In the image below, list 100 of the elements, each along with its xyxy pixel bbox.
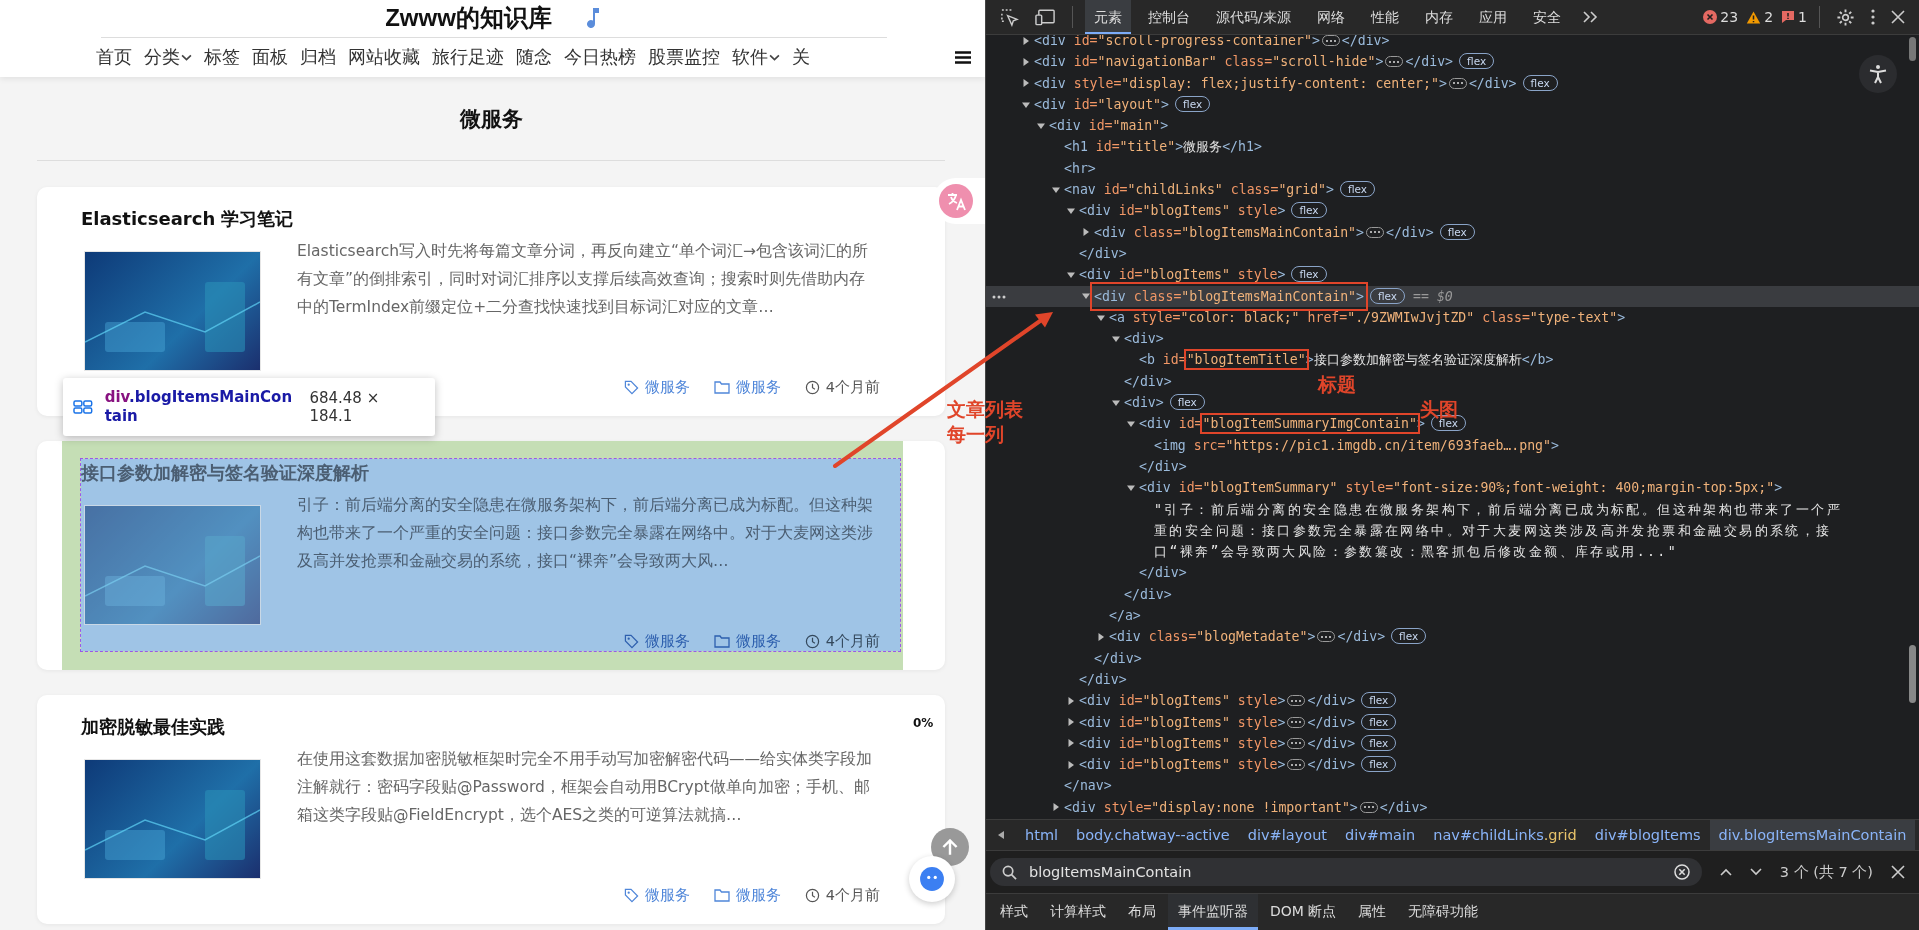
category-link[interactable]: 微服务 bbox=[713, 377, 781, 397]
scrollbar[interactable] bbox=[1909, 37, 1916, 61]
dom-tree-row[interactable]: <div id="scroll-progress-container"> </div> bbox=[1022, 35, 1390, 52]
dom-tree-row[interactable]: <div id="blogItems" style> flex bbox=[1067, 264, 1327, 286]
expand-triangle-icon[interactable] bbox=[1022, 79, 1030, 88]
next-match-icon[interactable] bbox=[1749, 868, 1762, 876]
issue-count[interactable]: 1 bbox=[1781, 9, 1807, 25]
warning-count[interactable]: 2 bbox=[1746, 9, 1774, 25]
expand-triangle-icon[interactable] bbox=[1052, 185, 1060, 194]
clear-icon[interactable] bbox=[1673, 864, 1690, 880]
accessibility-button[interactable] bbox=[1859, 55, 1897, 93]
devtools-tab[interactable]: 安全 bbox=[1523, 0, 1570, 34]
caret-icon[interactable] bbox=[181, 53, 192, 61]
previous-match-icon[interactable] bbox=[1719, 868, 1732, 876]
post-title[interactable]: Elasticsearch 学习笔记 bbox=[81, 205, 900, 232]
error-icon[interactable] bbox=[1703, 10, 1718, 24]
panel-tab[interactable]: DOM 断点 bbox=[1260, 894, 1347, 930]
post-title[interactable]: 加密脱敏最佳实践 bbox=[81, 713, 900, 740]
expand-triangle-icon[interactable] bbox=[1112, 334, 1120, 343]
dom-tree-row[interactable]: </div> bbox=[1067, 242, 1127, 265]
dom-tree-row[interactable]: </div> bbox=[1082, 647, 1142, 669]
panel-tab[interactable]: 计算样式 bbox=[1040, 894, 1116, 930]
breadcrumb[interactable]: body.chatway--active bbox=[1067, 820, 1239, 850]
breadcrumb[interactable]: nav#childLinks.grid bbox=[1424, 820, 1586, 850]
dom-tree-row[interactable]: <div> bbox=[1112, 328, 1164, 350]
devtools-tab[interactable]: 网络 bbox=[1307, 0, 1354, 34]
dom-tree-row[interactable]: <div id="blogItems" style> </div> flex bbox=[1067, 754, 1397, 776]
dom-tree-row[interactable]: <div id="blogItems" style> </div> flex bbox=[1067, 732, 1397, 755]
panel-tab[interactable]: 属性 bbox=[1348, 894, 1397, 930]
breadcrumb[interactable]: div#layout bbox=[1238, 820, 1336, 850]
expand-triangle-icon[interactable] bbox=[1112, 398, 1120, 407]
dom-tree-row[interactable]: <div style="display: flex;justify-content: center;"> </div> flex bbox=[1022, 72, 1558, 94]
dom-tree-row[interactable]: <div id="blogItems" style> </div> flex bbox=[1067, 690, 1397, 712]
menu-icon[interactable] bbox=[955, 50, 971, 64]
expand-triangle-icon[interactable] bbox=[1022, 57, 1030, 66]
nav-link[interactable]: 网站收藏 bbox=[348, 45, 420, 70]
expand-triangle-icon[interactable] bbox=[1052, 803, 1060, 812]
scrollbar[interactable] bbox=[1909, 645, 1916, 703]
search-box[interactable]: blogItemsMainContain bbox=[990, 858, 1702, 886]
chat-face-icon[interactable] bbox=[919, 866, 945, 892]
nav-link[interactable]: 首页 bbox=[96, 45, 132, 70]
inspect-element-icon[interactable] bbox=[1000, 7, 1019, 27]
breadcrumb[interactable]: div#main bbox=[1336, 820, 1425, 850]
dom-tree-row[interactable]: <div class="blogItemsMainContain"> </div> flex bbox=[1082, 221, 1475, 243]
dom-tree-row[interactable]: "引子：前后端分离的安全隐患在微服务架构下，前后端分离已成为标配。但这种架构也带来了一个严重的安全问题：接口参数完全暴露在网络中。对于大麦网这类涉及高并发抢票和金融交易的系统，接口“裸奔”会导致两大风险：参数篡改：黑客抓包后修改金额、库存或用..." bbox=[1142, 498, 1919, 563]
expand-triangle-icon[interactable] bbox=[1127, 420, 1135, 428]
category-link[interactable]: 微服务 bbox=[713, 885, 781, 905]
nav-link[interactable]: 软件 bbox=[732, 45, 780, 70]
expand-triangle-icon[interactable] bbox=[1082, 292, 1090, 301]
settings-icon[interactable] bbox=[1836, 7, 1855, 27]
tag-link[interactable]: 微服务 bbox=[623, 377, 690, 397]
more-icon[interactable] bbox=[992, 294, 1006, 299]
nav-link[interactable]: 关 bbox=[792, 45, 810, 70]
expand-triangle-icon[interactable] bbox=[1082, 228, 1090, 237]
post-title[interactable]: 接口参数加解密与签名验证深度解析 bbox=[81, 459, 900, 486]
dom-tree-row[interactable]: </div> bbox=[1112, 583, 1172, 605]
expand-triangle-icon[interactable] bbox=[1022, 100, 1030, 109]
dom-tree-row[interactable]: <div id="blogItems" style> flex bbox=[1067, 200, 1327, 222]
dom-tree-row[interactable]: <div> flex bbox=[1112, 392, 1205, 414]
dom-tree-row[interactable]: <div id="navigationBar" class="scroll-hide"> </div> flex bbox=[1022, 51, 1495, 73]
close-icon[interactable] bbox=[1891, 10, 1905, 24]
issue-icon[interactable] bbox=[1781, 10, 1796, 24]
expand-triangle-icon[interactable] bbox=[1067, 207, 1075, 215]
dom-tree-row[interactable]: </a> bbox=[1097, 605, 1141, 627]
caret-icon[interactable] bbox=[769, 53, 780, 61]
nav-link[interactable]: 股票监控 bbox=[648, 45, 720, 70]
devtools-tab[interactable]: 控制台 bbox=[1139, 0, 1199, 34]
panel-tab[interactable]: 无障碍功能 bbox=[1398, 894, 1489, 930]
scroll-left-icon[interactable] bbox=[998, 831, 1004, 839]
warning-icon[interactable] bbox=[1746, 10, 1762, 24]
devtools-tab[interactable]: 元素 bbox=[1085, 0, 1131, 34]
dom-tree-row[interactable]: </div> bbox=[1067, 668, 1127, 691]
dom-tree-row[interactable]: <nav id="childLinks" class="grid"> flex bbox=[1052, 179, 1376, 201]
nav-link[interactable]: 归档 bbox=[300, 45, 336, 70]
post-card[interactable]: 接口参数加解密与签名验证深度解析 引子：前后端分离的安全隐患在微服务架构下，前后端分离已成为标配。但这种架构也带来了一个严重的安全问题：接口参数完全暴露在网络中。对于大麦网这类涉及高并发抢票和金融交易的系统，接口“裸奔”会导致两大风… 微服务 微服务 4个月前 bbox=[37, 441, 945, 670]
expand-triangle-icon[interactable] bbox=[1037, 121, 1045, 130]
breadcrumb[interactable]: html bbox=[1016, 820, 1068, 850]
site-title[interactable]: Zwww的知识库 bbox=[385, 2, 552, 35]
dom-tree-row[interactable]: <div id="blogItems" style> </div> flex bbox=[1067, 711, 1397, 733]
dom-tree-row[interactable]: </div> bbox=[1127, 562, 1187, 584]
dom-tree-row[interactable]: </div> bbox=[1127, 455, 1187, 478]
nav-link[interactable]: 分类 bbox=[144, 45, 192, 70]
search-field[interactable]: blogItemsMainContain bbox=[1027, 863, 1664, 881]
kebab-menu-icon[interactable] bbox=[1871, 9, 1875, 25]
music-note-icon[interactable] bbox=[585, 7, 602, 30]
expand-triangle-icon[interactable] bbox=[1127, 483, 1135, 492]
breadcrumb[interactable]: div#blogItems bbox=[1585, 820, 1710, 850]
devtools-tab[interactable]: 内存 bbox=[1415, 0, 1462, 34]
expand-triangle-icon[interactable] bbox=[1097, 632, 1105, 641]
dom-tree-row[interactable]: <div id="layout"> flex bbox=[1022, 93, 1211, 116]
expand-triangle-icon[interactable] bbox=[1067, 696, 1075, 705]
expand-triangle-icon[interactable] bbox=[1097, 313, 1105, 322]
panel-tab[interactable]: 样式 bbox=[990, 894, 1038, 930]
accessibility-icon[interactable] bbox=[1868, 64, 1888, 84]
breadcrumb[interactable]: div.blogItemsMainContain bbox=[1709, 820, 1916, 850]
expand-triangle-icon[interactable] bbox=[1022, 36, 1030, 45]
close-icon[interactable] bbox=[1891, 865, 1905, 879]
dom-tree-row[interactable]: <div class="blogMetadate"> </div> flex bbox=[1097, 626, 1427, 648]
nav-link[interactable]: 随念 bbox=[516, 45, 552, 70]
dom-tree-row[interactable]: </nav> bbox=[1052, 775, 1112, 797]
